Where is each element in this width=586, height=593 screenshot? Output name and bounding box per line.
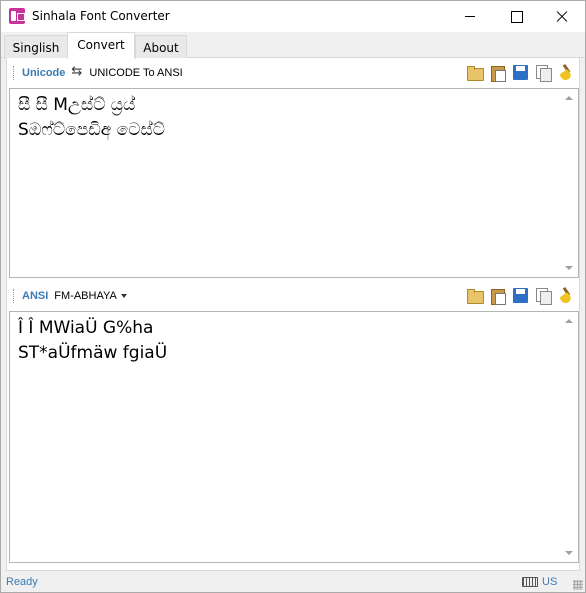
folder-open-icon[interactable] bbox=[466, 287, 484, 304]
resize-grip[interactable] bbox=[573, 580, 583, 590]
chevron-down-icon bbox=[120, 294, 127, 299]
unicode-scrollbar[interactable] bbox=[561, 89, 578, 277]
app-icon bbox=[9, 8, 25, 24]
tab-singlish[interactable]: Singlish bbox=[4, 35, 68, 59]
keyboard-icon bbox=[522, 577, 538, 587]
window-title: Sinhala Font Converter bbox=[32, 9, 170, 23]
scroll-down-icon[interactable] bbox=[565, 266, 573, 270]
toolbar-grip[interactable] bbox=[13, 66, 16, 80]
unicode-to-ansi-button[interactable]: UNICODE To ANSI bbox=[89, 67, 182, 79]
toolbar-grip[interactable] bbox=[13, 289, 16, 303]
ansi-toolbar: ANSI FM-ABHAYA bbox=[9, 283, 579, 309]
ansi-actions bbox=[466, 287, 575, 305]
swap-arrows-icon bbox=[71, 64, 85, 79]
status-bar: Ready US bbox=[1, 572, 585, 592]
paste-icon[interactable] bbox=[489, 287, 506, 305]
tab-about[interactable]: About bbox=[135, 35, 187, 59]
scroll-up-icon[interactable] bbox=[565, 96, 573, 100]
clear-icon[interactable] bbox=[558, 64, 575, 81]
tab-convert[interactable]: Convert bbox=[67, 32, 135, 59]
app-window: Sinhala Font Converter Singlish Convert … bbox=[0, 0, 586, 593]
ansi-textbox[interactable]: Î Î MWiaÜ G%ha ST*aÜfmäw fgiaÜ bbox=[9, 311, 579, 563]
copy-icon[interactable] bbox=[535, 64, 552, 82]
unicode-actions bbox=[466, 64, 575, 82]
ansi-label: ANSI bbox=[22, 290, 49, 302]
save-icon[interactable] bbox=[512, 64, 529, 81]
ansi-text[interactable]: Î Î MWiaÜ G%ha ST*aÜfmäw fgiaÜ bbox=[18, 316, 558, 366]
clear-icon[interactable] bbox=[558, 287, 575, 304]
maximize-button[interactable] bbox=[493, 1, 539, 32]
scroll-up-icon[interactable] bbox=[565, 319, 573, 323]
font-select-value: FM-ABHAYA bbox=[54, 290, 117, 302]
folder-open-icon[interactable] bbox=[466, 64, 484, 81]
paste-icon[interactable] bbox=[489, 64, 506, 82]
scroll-down-icon[interactable] bbox=[565, 551, 573, 555]
title-bar[interactable]: Sinhala Font Converter bbox=[1, 1, 585, 32]
copy-icon[interactable] bbox=[535, 287, 552, 305]
status-text: Ready bbox=[6, 576, 38, 588]
close-button[interactable] bbox=[539, 1, 585, 32]
minimize-button[interactable] bbox=[447, 1, 493, 32]
convert-panel: Unicode UNICODE To ANSI සී සී Mඋස්ට් ය්‍… bbox=[6, 58, 580, 571]
save-icon[interactable] bbox=[512, 287, 529, 304]
unicode-textbox[interactable]: සී සී Mඋස්ට් ය්‍රය් Sඔෆ්ට්පෙඩිඅ ටෙස්ට් bbox=[9, 88, 579, 278]
unicode-label: Unicode bbox=[22, 67, 66, 79]
unicode-text[interactable]: සී සී Mඋස්ට් ය්‍රය් Sඔෆ්ට්පෙඩිඅ ටෙස්ට් bbox=[18, 93, 558, 143]
unicode-toolbar: Unicode UNICODE To ANSI bbox=[9, 60, 579, 86]
font-select[interactable]: FM-ABHAYA bbox=[54, 290, 127, 302]
ansi-scrollbar[interactable] bbox=[561, 312, 578, 562]
input-language[interactable]: US bbox=[542, 576, 557, 588]
tab-strip: Singlish Convert About bbox=[1, 32, 585, 59]
